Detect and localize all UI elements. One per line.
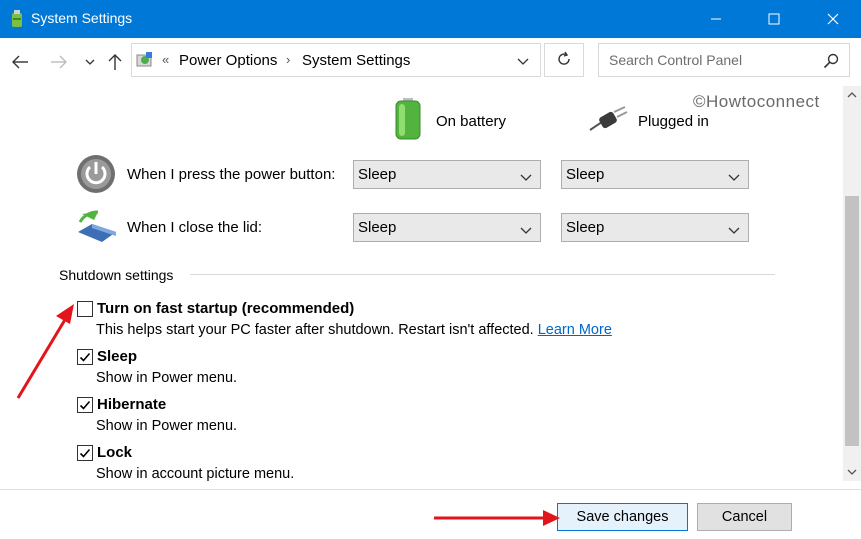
scroll-down-icon[interactable]	[843, 463, 861, 481]
close-lid-battery-select[interactable]: Sleep	[353, 213, 541, 242]
close-lid-plugged-select[interactable]: Sleep	[561, 213, 749, 242]
power-button-plugged-select[interactable]: Sleep	[561, 160, 749, 189]
fast-startup-description: This helps start your PC faster after sh…	[96, 322, 612, 338]
address-dropdown-icon[interactable]	[516, 54, 530, 68]
minimize-icon[interactable]	[693, 0, 739, 38]
breadcrumb-separator-icon[interactable]: ›	[286, 52, 290, 67]
refresh-icon	[556, 51, 572, 70]
section-divider	[190, 274, 775, 275]
learn-more-link[interactable]: Learn More	[538, 322, 612, 338]
scrollbar-thumb[interactable]	[845, 196, 859, 446]
on-battery-label: On battery	[436, 112, 507, 130]
sleep-checkbox[interactable]	[77, 349, 93, 365]
scroll-up-icon[interactable]	[843, 86, 861, 104]
close-lid-plugged-value: Sleep	[566, 219, 605, 236]
fast-startup-title: Turn on fast startup (recommended)	[97, 300, 355, 317]
power-button-icon	[76, 154, 116, 197]
hibernate-title: Hibernate	[97, 396, 167, 413]
fast-startup-checkbox[interactable]	[77, 301, 93, 317]
breadcrumb-overflow-icon[interactable]: «	[162, 52, 169, 67]
refresh-button[interactable]	[544, 43, 584, 77]
cancel-button[interactable]: Cancel	[697, 503, 792, 531]
save-changes-button[interactable]: Save changes	[557, 503, 688, 531]
battery-icon	[394, 98, 422, 144]
search-input[interactable]: Search Control Panel	[609, 52, 742, 68]
breadcrumb-system-settings[interactable]: System Settings	[302, 52, 410, 69]
chevron-down-icon	[520, 170, 532, 181]
title-bar: System Settings	[0, 0, 861, 38]
power-button-battery-value: Sleep	[358, 166, 397, 183]
address-bar[interactable]: « Power Options › System Settings	[131, 43, 541, 77]
control-panel-icon	[136, 51, 154, 69]
plugged-in-header: Plugged in	[588, 106, 709, 136]
shutdown-settings-heading: Shutdown settings	[59, 267, 174, 283]
lock-description: Show in account picture menu.	[96, 466, 295, 482]
laptop-lid-icon	[76, 208, 118, 247]
power-button-battery-select[interactable]: Sleep	[353, 160, 541, 189]
hibernate-checkbox[interactable]	[77, 397, 93, 413]
power-plug-icon	[588, 106, 628, 136]
power-button-plugged-value: Sleep	[566, 166, 605, 183]
breadcrumb-power-options[interactable]: Power Options	[179, 52, 277, 69]
chevron-down-icon	[728, 170, 740, 181]
dialog-footer: Save changes Cancel	[0, 489, 861, 539]
search-box[interactable]: Search Control Panel	[598, 43, 850, 77]
window-title: System Settings	[31, 10, 133, 26]
navigation-bar: « Power Options › System Settings Search…	[0, 38, 861, 86]
on-battery-header: On battery	[394, 98, 506, 144]
lock-checkbox[interactable]	[77, 445, 93, 461]
sleep-description: Show in Power menu.	[96, 370, 238, 386]
close-icon[interactable]	[810, 0, 856, 38]
lock-title: Lock	[97, 444, 133, 461]
back-arrow-icon[interactable]	[10, 52, 30, 72]
vertical-scrollbar[interactable]	[843, 86, 861, 481]
maximize-icon[interactable]	[751, 0, 797, 38]
up-arrow-icon[interactable]	[105, 52, 125, 72]
close-lid-label: When I close the lid:	[127, 219, 263, 236]
recent-locations-chevron-icon[interactable]	[80, 52, 100, 72]
fast-startup-desc-text: This helps start your PC faster after sh…	[96, 322, 534, 338]
chevron-down-icon	[520, 223, 532, 234]
hibernate-description: Show in Power menu.	[96, 418, 238, 434]
power-button-label: When I press the power button:	[127, 166, 336, 183]
watermark-text: ©Howtoconnect	[693, 92, 820, 111]
plugged-in-label: Plugged in	[638, 112, 709, 130]
settings-content: ©Howtoconnect On battery Plugged in When…	[0, 86, 843, 489]
sleep-title: Sleep	[97, 348, 138, 365]
search-icon[interactable]	[823, 53, 839, 69]
forward-arrow-icon[interactable]	[49, 52, 69, 72]
chevron-down-icon	[728, 223, 740, 234]
close-lid-battery-value: Sleep	[358, 219, 397, 236]
control-panel-app-icon	[10, 10, 24, 28]
